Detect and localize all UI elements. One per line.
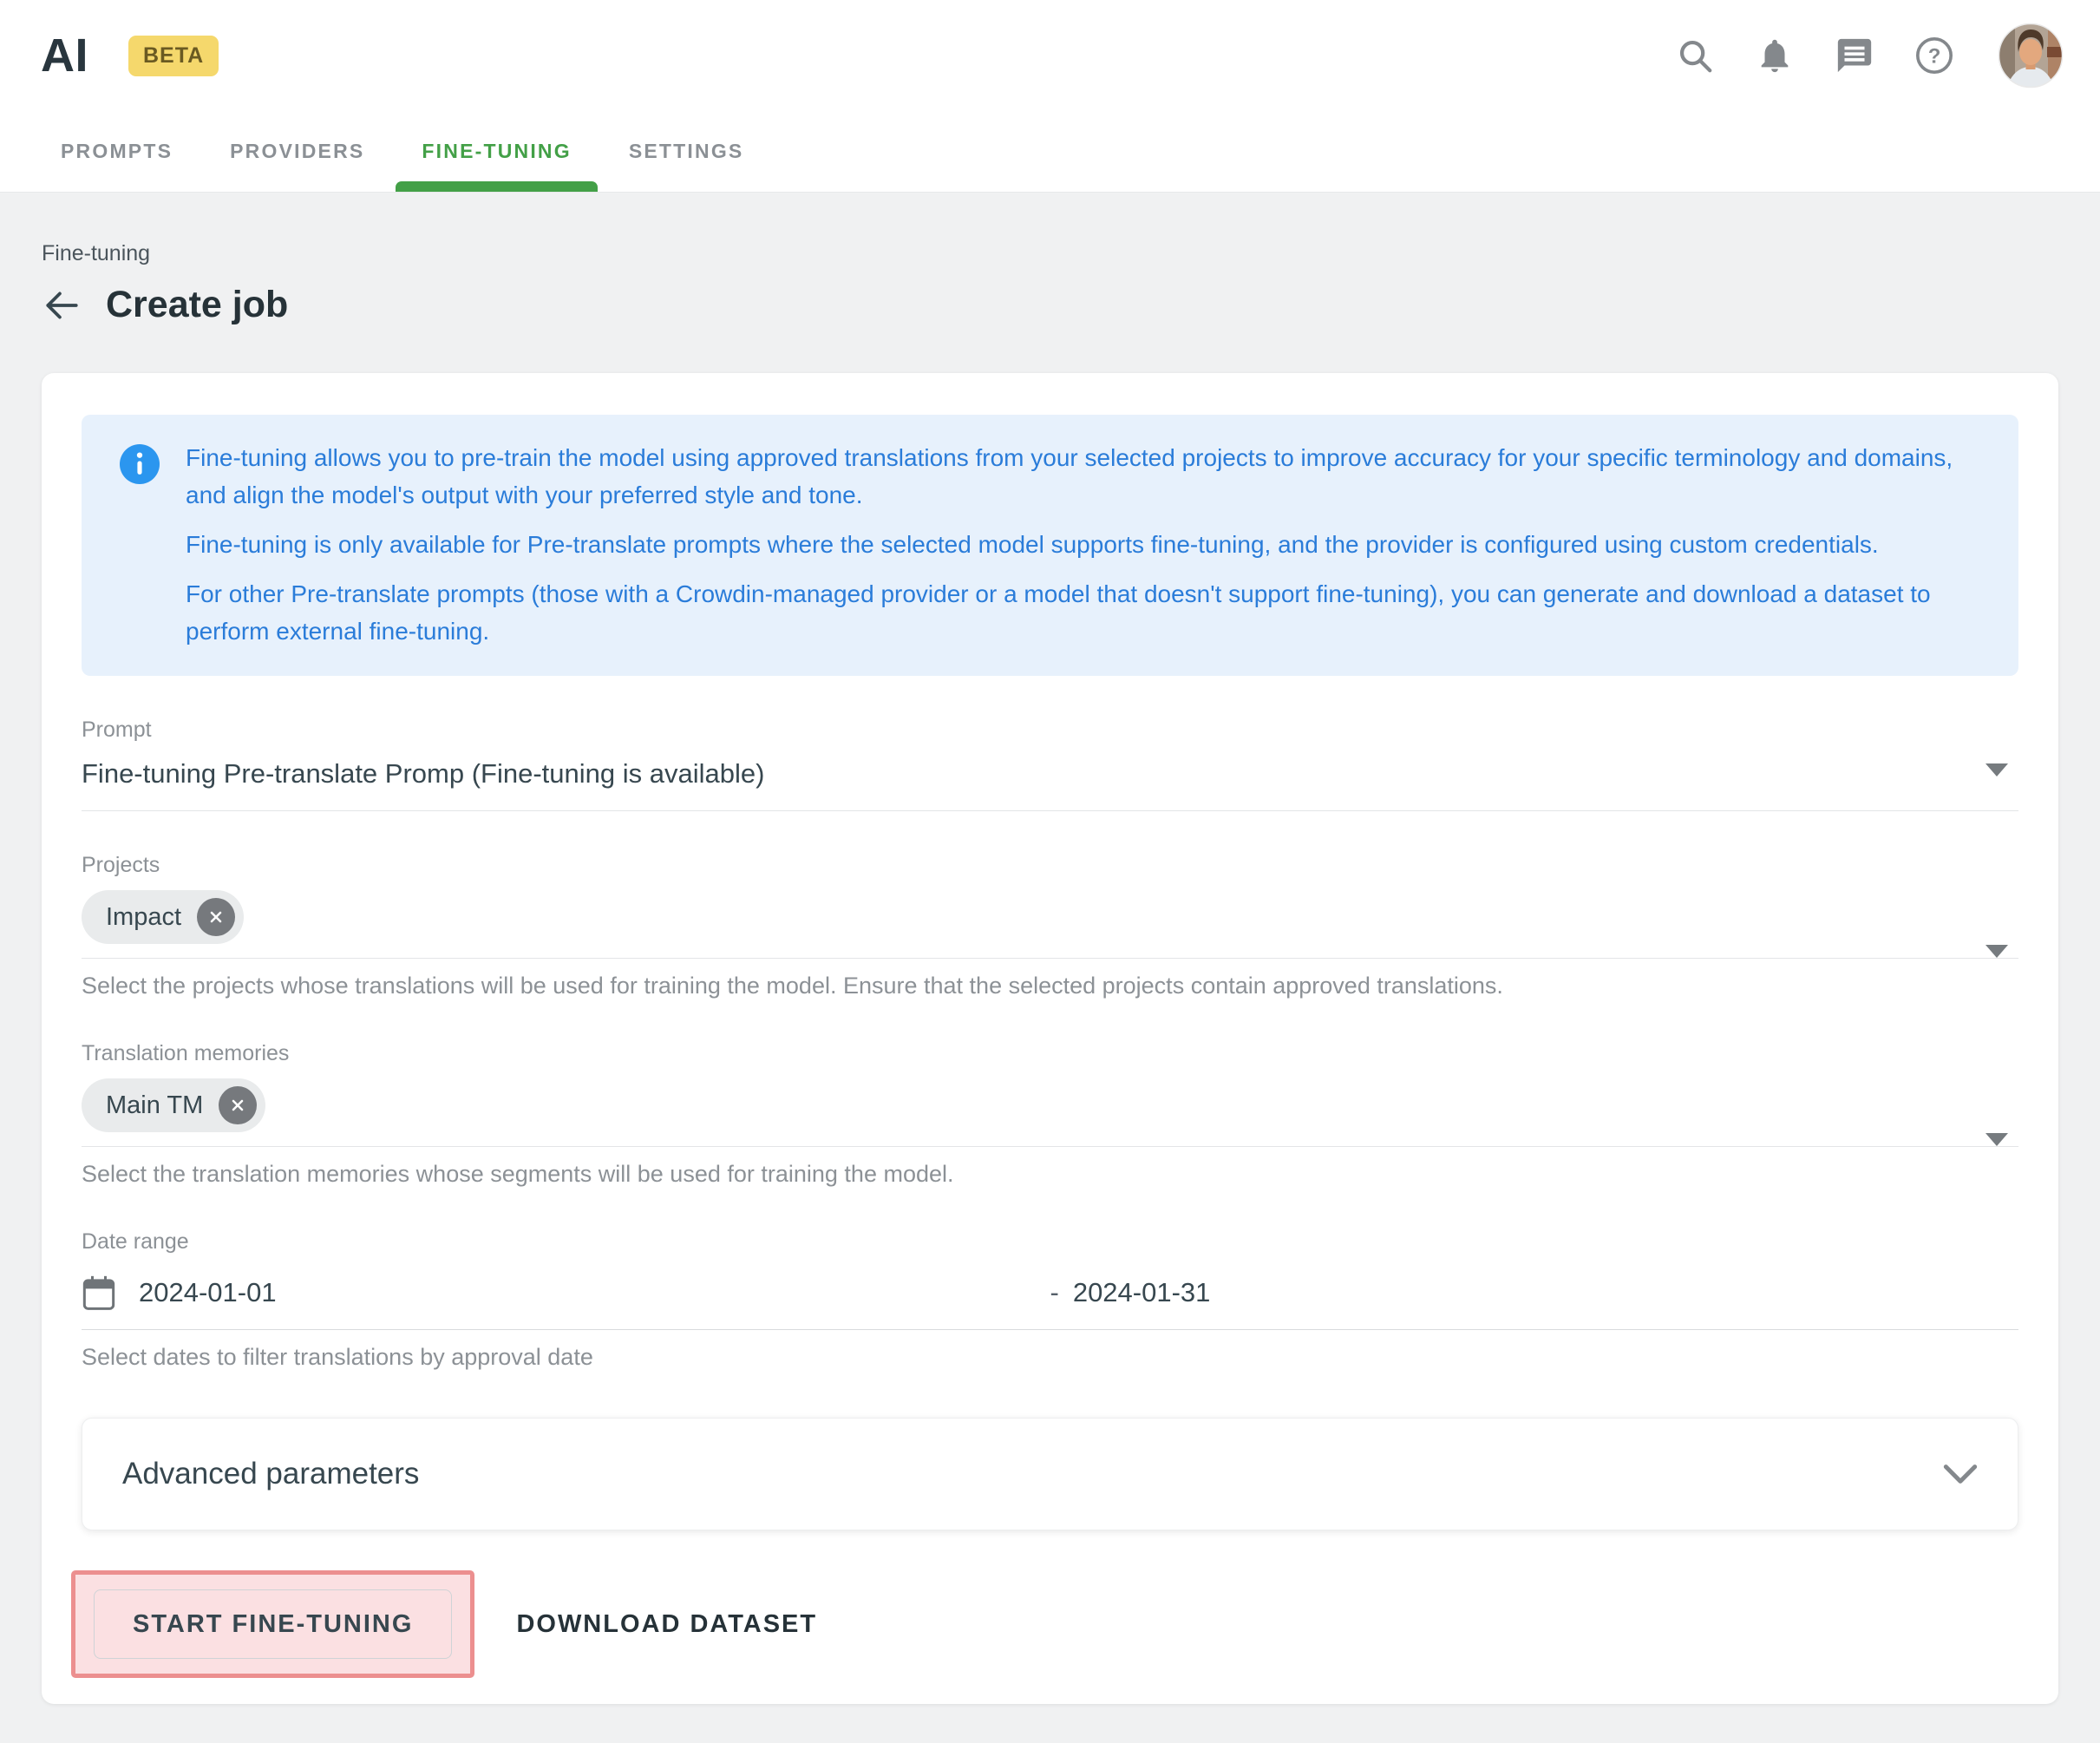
tm-chip: Main TM: [82, 1078, 265, 1132]
create-job-card: Fine-tuning allows you to pre-train the …: [42, 373, 2058, 1704]
header-icons: ?: [1675, 23, 2064, 88]
action-highlight-box: START FINE-TUNING: [71, 1570, 474, 1678]
advanced-parameters-label: Advanced parameters: [122, 1457, 419, 1491]
brand: AI BETA: [41, 29, 219, 82]
translation-memories-helper: Select the translation memories whose se…: [82, 1161, 2018, 1188]
tab-fine-tuning[interactable]: FINE-TUNING: [422, 111, 571, 192]
date-range-row: 2024-01-01 - 2024-01-31: [82, 1274, 2018, 1330]
chip-remove-button[interactable]: [219, 1086, 257, 1124]
prompt-field: Prompt Fine-tuning Pre-translate Promp (…: [82, 718, 2018, 811]
chevron-down-icon: [1943, 1464, 1978, 1484]
date-start-value: 2024-01-01: [139, 1277, 277, 1308]
download-dataset-button[interactable]: DOWNLOAD DATASET: [516, 1610, 817, 1639]
projects-label: Projects: [82, 853, 2018, 878]
chevron-down-icon[interactable]: [1986, 763, 2008, 776]
projects-helper: Select the projects whose translations w…: [82, 973, 2018, 999]
date-range-helper: Select dates to filter translations by a…: [82, 1344, 2018, 1371]
actions-row: START FINE-TUNING DOWNLOAD DATASET: [82, 1570, 2018, 1678]
breadcrumb[interactable]: Fine-tuning: [42, 193, 150, 266]
project-chip: Impact: [82, 890, 244, 944]
beta-badge: BETA: [128, 36, 219, 76]
chip-remove-button[interactable]: [197, 898, 235, 936]
messages-icon[interactable]: [1835, 36, 1874, 75]
date-separator: -: [1050, 1277, 1059, 1308]
tab-prompts[interactable]: PROMPTS: [61, 111, 173, 192]
info-text: Fine-tuning allows you to pre-train the …: [186, 439, 1980, 650]
prompt-label: Prompt: [82, 718, 2018, 743]
translation-memories-select[interactable]: Main TM: [82, 1078, 2018, 1147]
translation-memories-field: Translation memories Main TM Select the …: [82, 1041, 2018, 1188]
translation-memories-label: Translation memories: [82, 1041, 2018, 1066]
app-logo: AI: [41, 29, 88, 82]
close-icon: [207, 908, 225, 926]
svg-text:?: ?: [1928, 44, 1941, 68]
header-top: AI BETA ?: [0, 0, 2100, 111]
date-start-input[interactable]: 2024-01-01: [82, 1274, 1050, 1312]
calendar-icon: [82, 1274, 116, 1312]
tab-settings[interactable]: SETTINGS: [629, 111, 744, 192]
main-tabs: PROMPTS PROVIDERS FINE-TUNING SETTINGS: [0, 111, 2100, 192]
start-fine-tuning-button[interactable]: START FINE-TUNING: [94, 1589, 452, 1659]
advanced-parameters-toggle[interactable]: Advanced parameters: [82, 1418, 2018, 1530]
projects-field: Projects Impact Select the projects whos…: [82, 853, 2018, 999]
title-row: Create job: [42, 284, 2058, 326]
chip-label: Main TM: [106, 1091, 203, 1120]
page-content: Fine-tuning Create job Fine-tuning allow…: [0, 193, 2100, 1704]
info-box: Fine-tuning allows you to pre-train the …: [82, 415, 2018, 676]
chevron-down-icon[interactable]: [1986, 1133, 2008, 1146]
info-paragraph: Fine-tuning allows you to pre-train the …: [186, 439, 1980, 514]
prompt-select[interactable]: Fine-tuning Pre-translate Promp (Fine-tu…: [82, 758, 2018, 811]
date-range-field: Date range 2024-01-01 - 2024-01-31 Selec…: [82, 1229, 2018, 1371]
info-paragraph: For other Pre-translate prompts (those w…: [186, 575, 1980, 650]
projects-select[interactable]: Impact: [82, 890, 2018, 959]
back-arrow-icon[interactable]: [42, 285, 82, 325]
info-paragraph: Fine-tuning is only available for Pre-tr…: [186, 526, 1980, 563]
help-icon[interactable]: ?: [1914, 36, 1954, 75]
notifications-icon[interactable]: [1755, 36, 1795, 75]
chevron-down-icon[interactable]: [1986, 945, 2008, 958]
user-avatar[interactable]: [1998, 23, 2064, 88]
date-end-input[interactable]: 2024-01-31: [1073, 1277, 1211, 1308]
close-icon: [229, 1097, 246, 1114]
date-range-label: Date range: [82, 1229, 2018, 1255]
chip-label: Impact: [106, 903, 181, 932]
page-title: Create job: [106, 284, 288, 326]
tab-providers[interactable]: PROVIDERS: [230, 111, 364, 192]
app-header: AI BETA ?: [0, 0, 2100, 193]
search-icon[interactable]: [1675, 36, 1715, 75]
info-icon: [120, 444, 160, 484]
